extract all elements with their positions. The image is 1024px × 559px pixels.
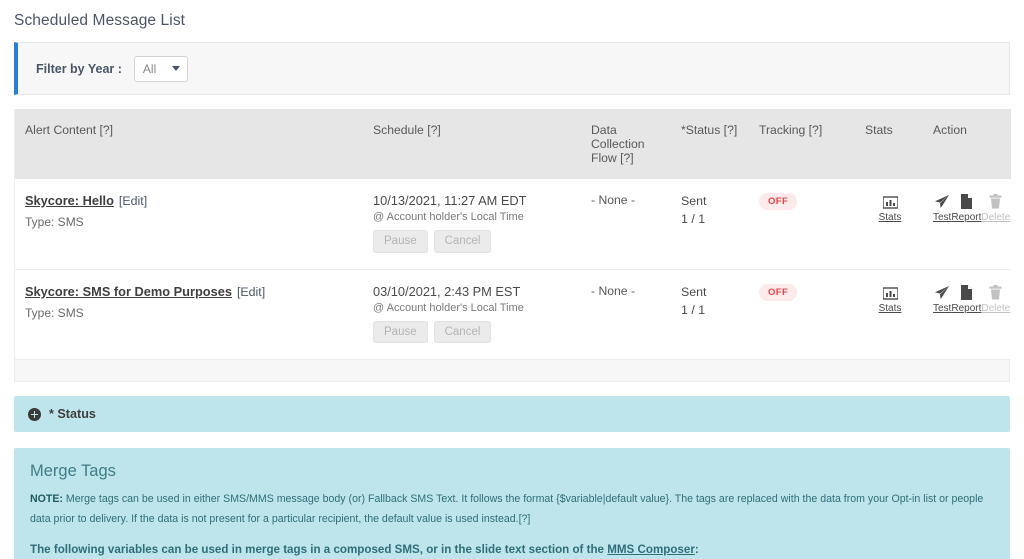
stats-cell: Stats bbox=[855, 179, 923, 270]
scheduled-messages-table: Alert Content [?] Schedule [?] Data Coll… bbox=[14, 109, 1011, 383]
edit-link[interactable]: [Edit] bbox=[119, 194, 147, 208]
column-header-status: *Status [?] bbox=[671, 109, 749, 179]
trash-icon bbox=[989, 284, 1002, 300]
plus-circle-icon bbox=[28, 407, 41, 421]
merge-tags-panel: Merge Tags NOTE: Merge tags can be used … bbox=[14, 448, 1010, 559]
column-header-stats: Stats bbox=[855, 109, 923, 179]
test-label: Test bbox=[933, 212, 952, 223]
bar-chart-icon bbox=[882, 193, 898, 209]
schedule-cell: 10/13/2021, 11:27 AM EDT @ Account holde… bbox=[363, 179, 581, 270]
edit-link[interactable]: [Edit] bbox=[237, 285, 265, 299]
test-action[interactable]: Test bbox=[933, 193, 951, 223]
schedule-timezone-note: @ Account holder's Local Time bbox=[373, 211, 524, 223]
cancel-button[interactable]: Cancel bbox=[433, 320, 492, 344]
delete-action[interactable]: Delete bbox=[981, 193, 1010, 223]
year-filter-select[interactable]: All bbox=[133, 55, 188, 82]
status-count: 1 / 1 bbox=[681, 302, 706, 317]
schedule-cell: 03/10/2021, 2:43 PM EST @ Account holder… bbox=[363, 268, 581, 360]
filter-panel: Filter by Year : All bbox=[14, 42, 1010, 95]
status-accordion-label: * Status bbox=[49, 407, 96, 422]
stats-label: Stats bbox=[878, 302, 902, 314]
action-cell: Test Report Delete bbox=[923, 268, 1011, 360]
chevron-down-icon bbox=[171, 65, 180, 71]
pause-button[interactable]: Pause bbox=[373, 320, 428, 344]
message-type: Type: SMS bbox=[25, 305, 84, 320]
page-title: Scheduled Message List bbox=[14, 12, 186, 29]
paper-plane-icon bbox=[934, 193, 950, 209]
scheduled-message-page: Scheduled Message List Filter by Year : … bbox=[0, 0, 1024, 559]
intro-before: The following variables can be used in m… bbox=[30, 543, 608, 557]
report-label: Report bbox=[951, 302, 982, 314]
test-action[interactable]: Test bbox=[933, 284, 951, 314]
stats-action[interactable]: Stats bbox=[871, 284, 909, 314]
cancel-button[interactable]: Cancel bbox=[433, 230, 492, 253]
column-header-action: Action bbox=[923, 109, 1011, 179]
stats-cell: Stats bbox=[855, 268, 923, 360]
column-header-data-collection-flow: Data Collection Flow [?] bbox=[581, 109, 671, 179]
pause-button[interactable]: Pause bbox=[373, 230, 428, 253]
schedule-datetime: 10/13/2021, 11:27 AM EDT bbox=[373, 193, 527, 208]
table-header-row: Alert Content [?] Schedule [?] Data Coll… bbox=[15, 109, 1011, 179]
merge-tags-variables-intro: The following variables can be used in m… bbox=[30, 543, 994, 556]
table-row: Skycore: SMS for Demo Purposes [Edit] Typ… bbox=[15, 268, 1011, 360]
delete-label: Delete bbox=[981, 302, 1011, 314]
document-icon bbox=[960, 284, 973, 300]
alert-content-cell: Skycore: SMS for Demo Purposes [Edit] Typ… bbox=[15, 268, 363, 360]
status-text: Sent bbox=[681, 284, 707, 299]
merge-tags-title: Merge Tags bbox=[30, 462, 116, 481]
filter-by-year-label: Filter by Year : bbox=[36, 61, 122, 76]
column-header-schedule: Schedule [?] bbox=[363, 109, 581, 179]
column-header-alert-content: Alert Content [?] bbox=[15, 109, 363, 179]
bar-chart-icon bbox=[882, 284, 898, 300]
paper-plane-icon bbox=[934, 284, 950, 300]
note-body: Merge tags can be used in either SMS/MMS… bbox=[30, 493, 984, 525]
document-icon bbox=[960, 193, 973, 209]
delete-action[interactable]: Delete bbox=[981, 284, 1010, 314]
status-text: Sent bbox=[681, 194, 707, 208]
mms-composer-link[interactable]: MMS Composer bbox=[607, 543, 695, 556]
trash-icon bbox=[989, 193, 1002, 209]
status-count: 1 / 1 bbox=[681, 211, 706, 226]
tracking-status-badge: OFF bbox=[759, 283, 798, 301]
stats-label: Stats bbox=[878, 212, 902, 223]
column-header-tracking: Tracking [?] bbox=[749, 109, 855, 179]
alert-name-link[interactable]: Skycore: SMS for Demo Purposes bbox=[25, 284, 232, 299]
status-accordion-toggle[interactable]: * Status bbox=[14, 396, 1010, 433]
delete-label: Delete bbox=[981, 212, 1011, 223]
data-collection-flow-cell: - None - bbox=[581, 179, 671, 270]
report-action[interactable]: Report bbox=[951, 284, 981, 314]
schedule-timezone-note: @ Account holder's Local Time bbox=[373, 301, 524, 314]
tracking-cell: OFF bbox=[749, 268, 855, 360]
table-row: Skycore: Hello [Edit] Type: SMS 10/13/202… bbox=[15, 179, 1011, 270]
merge-tags-note: NOTE: Merge tags can be used in either S… bbox=[30, 490, 994, 529]
alert-name-link[interactable]: Skycore: Hello bbox=[25, 193, 114, 208]
report-label: Report bbox=[951, 212, 982, 223]
table-footer bbox=[15, 359, 1009, 382]
message-type: Type: SMS bbox=[25, 215, 84, 229]
alert-content-cell: Skycore: Hello [Edit] Type: SMS bbox=[15, 179, 363, 270]
tracking-cell: OFF bbox=[749, 179, 855, 270]
action-cell: Test Report Delete bbox=[923, 179, 1011, 270]
report-action[interactable]: Report bbox=[951, 193, 981, 223]
tracking-status-badge: OFF bbox=[759, 193, 798, 210]
test-label: Test bbox=[933, 302, 952, 314]
data-collection-flow-cell: - None - bbox=[581, 268, 671, 360]
stats-action[interactable]: Stats bbox=[871, 193, 909, 223]
intro-after: : bbox=[694, 543, 699, 557]
status-cell: Sent 1 / 1 bbox=[671, 179, 749, 270]
status-cell: Sent 1 / 1 bbox=[671, 268, 749, 360]
year-filter-value: All bbox=[142, 61, 157, 76]
schedule-datetime: 03/10/2021, 2:43 PM EST bbox=[373, 283, 521, 299]
note-prefix: NOTE: bbox=[30, 493, 63, 506]
